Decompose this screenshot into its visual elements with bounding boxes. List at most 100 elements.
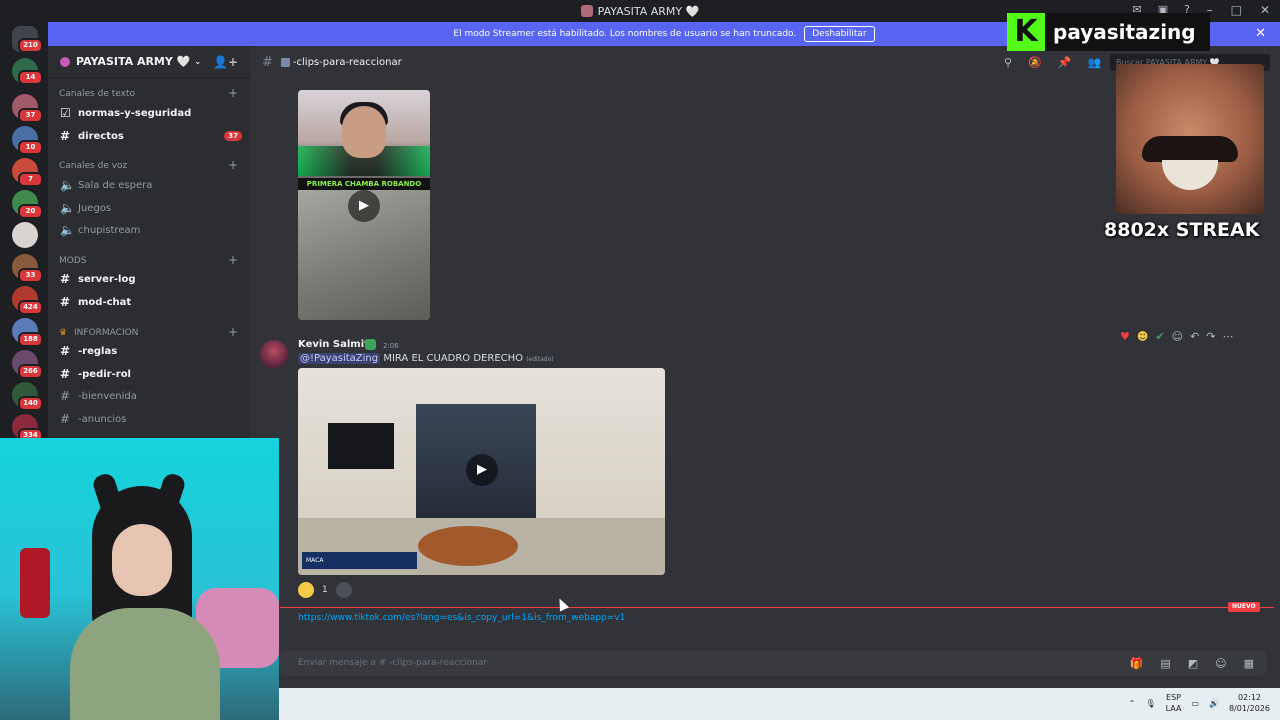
emoji-icon[interactable]: ☺ [1215,657,1226,670]
add-reaction-icon[interactable] [335,582,352,598]
meme-mustache [1142,136,1238,162]
kick-logo: K [1007,13,1045,51]
server-icon [580,5,593,17]
check-reaction-icon[interactable]: ✔ [1155,330,1164,343]
play-icon[interactable]: ▶ [348,190,380,222]
reaction-count: 1 [322,585,328,595]
avatar[interactable] [260,340,288,368]
add-channel-icon[interactable]: + [228,158,238,172]
mute-icon[interactable]: 🔕 [1028,56,1042,69]
video-frame-face [342,106,386,158]
video-attachment[interactable]: PRIMERA CHAMBA ROBANDO ▶ [298,90,430,320]
channel-chupistream[interactable]: 🔈 chupistream [60,220,242,240]
channel-server-log[interactable]: # server-log [60,269,242,289]
window-title: PAYASITA ARMY 🤍 [597,4,700,18]
category-text-channels[interactable]: Canales de texto [59,89,135,99]
maximize-icon[interactable]: □ [1231,3,1242,17]
server-badge: 210 [18,38,43,53]
message-timestamp: 2:06 [383,342,399,350]
webcam-face [112,524,172,596]
reaction-bar: 1 [298,580,352,600]
hash-icon: # [60,367,71,381]
category-voice-channels[interactable]: Canales de voz [59,161,127,171]
channel-normas-y-seguridad[interactable]: ☑ normas-y-seguridad [60,103,242,123]
message-link[interactable]: https://www.tiktok.com/es?lang=es&is_cop… [298,613,625,623]
more-icon[interactable]: ⋯ [1222,330,1233,343]
taskbar: ⌃ 🎙 ESP LAA ▭ 🔊 02:12 8/01/2026 [278,688,1280,720]
webcam-microphone [20,548,50,618]
video-frame-food [418,526,518,566]
speaker-icon: 🔈 [60,178,75,192]
close-icon[interactable]: ✕ [1260,3,1270,17]
clock[interactable]: 02:12 8/01/2026 [1229,692,1270,714]
add-user-icon[interactable]: 👤+ [213,55,238,69]
channel-anuncios[interactable]: # -anuncios [60,409,242,429]
category-mods[interactable]: MODS [59,256,87,266]
members-icon[interactable]: 👥 [1087,56,1101,69]
channel-juegos[interactable]: 🔈 Juegos [60,198,242,218]
server-list: 210 14 37 10 7 20 33 424 188 266 140 334 [0,22,48,443]
new-badge: NUEVO [1228,602,1260,612]
guild-header[interactable]: PAYASITA ARMY 🤍 ⌄ 👤+ [48,46,250,78]
channel-label: mod-chat [78,296,132,308]
video-logo: MACA [302,552,417,569]
crown-icon: ♛ [59,328,68,338]
language-indicator[interactable]: ESP LAA [1166,692,1182,714]
channel-sala-de-espera[interactable]: 🔈 Sala de espera [60,175,242,195]
video-attachment[interactable]: MACA ▶ [298,368,665,575]
language-bottom: LAA [1165,704,1182,713]
channel-bienvenida[interactable]: # -bienvenida [60,386,242,406]
composer-tools: 🎁 ▤ ◩ ☺ ▦ [1130,657,1254,670]
network-icon[interactable]: ▭ [1191,699,1199,708]
meme-mouth [1162,160,1218,190]
channel-directos[interactable]: # directos 37 [60,126,242,146]
streak-label: 8802x STREAK [1104,219,1260,241]
clock-date: 8/01/2026 [1228,704,1270,713]
banner-text: El modo Streamer está habilitado. Los no… [453,29,797,39]
server-badge: 266 [18,364,43,379]
message-author[interactable]: Kevin Salmita [298,339,376,350]
server-badge: 33 [18,268,43,283]
heart-reaction-icon[interactable]: ♥ [1120,330,1130,343]
hash-icon: # [60,272,71,286]
add-reaction-icon[interactable]: ☺ [1172,330,1183,343]
server-badge: 14 [18,70,43,85]
forward-icon[interactable]: ↷ [1206,330,1215,343]
disable-streamer-mode-button[interactable]: Deshabilitar [804,26,875,42]
kick-overlay: K payasitazing [1007,13,1210,51]
channel-reglas[interactable]: # -reglas [60,341,242,361]
category-informacion[interactable]: INFORMACION [74,328,138,338]
add-channel-icon[interactable]: + [228,86,238,100]
user-mention[interactable]: @!PayasitaZing [298,353,381,364]
chevron-down-icon: ⌄ [194,57,202,66]
message-input[interactable]: Enviar mensaje a # -clips-para-reacciona… [280,650,1266,676]
volume-icon[interactable]: 🔊 [1209,699,1219,708]
add-channel-icon[interactable]: + [228,325,238,339]
channel-label: -anuncios [78,413,127,425]
gif-icon[interactable]: ▤ [1160,657,1170,670]
rules-icon: ☑ [60,106,71,120]
channel-mod-chat[interactable]: # mod-chat [60,292,242,312]
reply-icon[interactable]: ↶ [1190,330,1199,343]
language-top: ESP [1166,693,1182,702]
apps-icon[interactable]: ▦ [1244,657,1254,670]
pin-icon[interactable]: 📌 [1058,56,1072,69]
microphone-icon[interactable]: 🎙 [1145,699,1155,708]
chevron-up-icon[interactable]: ⌃ [1129,699,1136,708]
meme-overlay [1116,64,1264,214]
laugh-reaction-icon[interactable] [298,582,314,598]
role-icon [365,339,376,350]
gift-icon[interactable]: 🎁 [1130,657,1144,670]
server-icon[interactable] [12,222,38,248]
clock-time: 02:12 [1237,693,1262,702]
channel-label: -pedir-rol [78,368,131,380]
sticker-icon[interactable]: ◩ [1188,657,1198,670]
laugh-reaction-icon[interactable]: ☻ [1137,330,1148,343]
banner-close-icon[interactable]: ✕ [1255,26,1266,41]
play-icon[interactable]: ▶ [466,454,498,486]
threads-icon[interactable]: ⚲ [1004,56,1012,69]
channel-label: -reglas [78,345,118,357]
channel-pedir-rol[interactable]: # -pedir-rol [60,364,242,384]
server-badge: 424 [18,300,43,315]
add-channel-icon[interactable]: + [228,253,238,267]
